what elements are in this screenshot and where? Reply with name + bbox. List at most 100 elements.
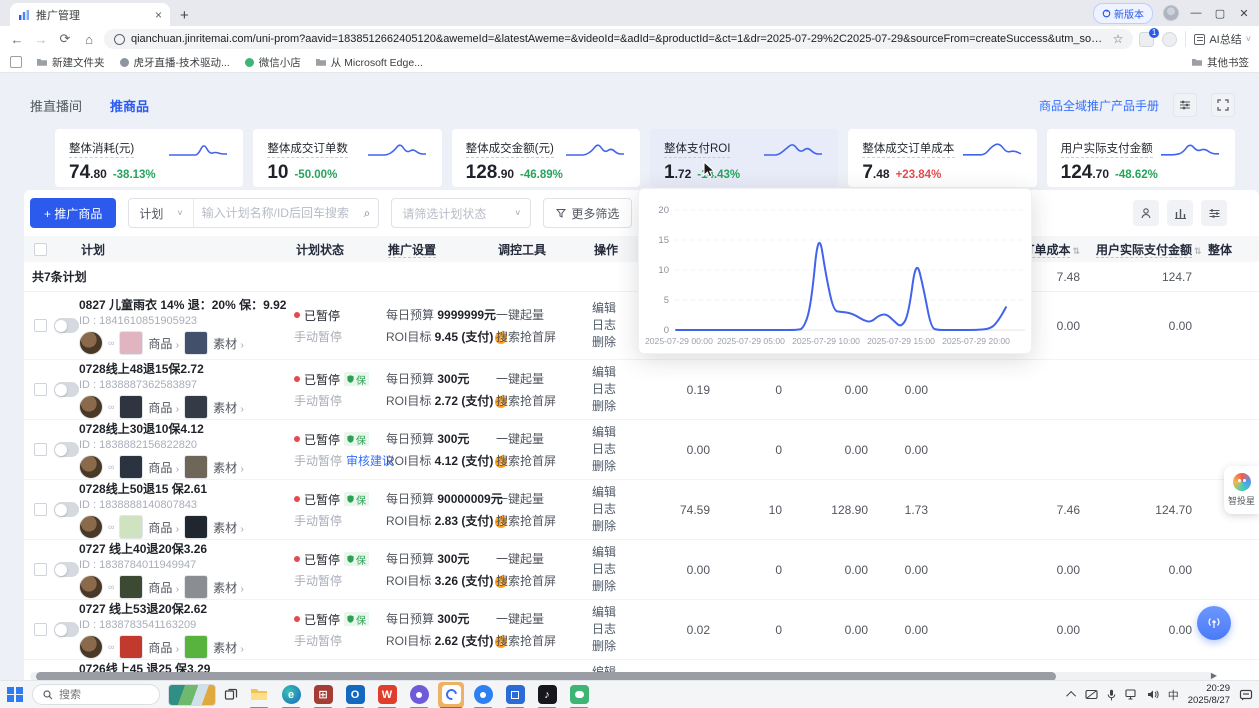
sort-icon[interactable]: ⇅ — [1194, 246, 1202, 256]
plan-title[interactable]: 0728线上50退15 保2.61 — [79, 480, 294, 497]
row-toggle-switch[interactable] — [54, 318, 79, 333]
forward-button[interactable]: → — [32, 32, 50, 47]
scrollbar-thumb[interactable] — [36, 672, 1056, 680]
column-header[interactable]: 用户实际支付金额⇅ — [1094, 241, 1206, 258]
stat-card[interactable]: 整体成交金额(元)128.90-46.89% — [452, 129, 640, 187]
product-thumbnail[interactable] — [119, 395, 143, 419]
touchpad-icon[interactable] — [1085, 689, 1098, 700]
log-link[interactable]: 日志 — [592, 317, 642, 334]
edit-link[interactable]: 编辑 — [592, 544, 642, 561]
help-button[interactable] — [1197, 606, 1231, 640]
widgets-weather-thumbnail[interactable] — [168, 684, 216, 706]
search-top-screen[interactable]: 搜索抢首屏 — [496, 572, 592, 589]
new-tab-button[interactable]: + — [180, 6, 189, 26]
bookmark-item[interactable]: 虎牙直播-技术驱动... — [119, 55, 230, 70]
browser-tab[interactable]: 推广管理 × — [10, 3, 170, 26]
row-toggle-switch[interactable] — [54, 622, 79, 637]
one-key-boost[interactable]: 一键起量 — [496, 430, 592, 447]
material-thumbnail[interactable] — [184, 331, 208, 355]
log-link[interactable]: 日志 — [592, 501, 642, 518]
other-bookmarks-button[interactable]: 其他书签 — [1191, 55, 1249, 70]
row-checkbox[interactable] — [34, 443, 47, 456]
volume-icon[interactable] — [1147, 689, 1159, 700]
product-manual-link[interactable]: 商品全域推广产品手册 — [1039, 97, 1159, 114]
material-thumbnail[interactable] — [184, 575, 208, 599]
window-maximize-button[interactable]: ▢ — [1213, 7, 1227, 20]
sort-icon[interactable]: ⇅ — [1072, 246, 1080, 256]
taskbar-clock[interactable]: 20:29 2025/8/27 — [1188, 683, 1230, 707]
row-toggle-switch[interactable] — [54, 442, 79, 457]
material-link[interactable]: 素材 › — [213, 519, 244, 536]
delete-link[interactable]: 删除 — [592, 518, 642, 535]
product-link[interactable]: 商品 › — [148, 459, 179, 476]
plan-type-select[interactable]: 计划˅ — [129, 199, 193, 227]
search-top-screen[interactable]: 搜索抢首屏 — [496, 392, 592, 409]
plan-title[interactable]: 0727 线上40退20保3.26 — [79, 540, 294, 557]
version-badge[interactable]: 新版本 — [1093, 3, 1153, 24]
stat-card[interactable]: 整体消耗(元)74.80-38.13% — [55, 129, 243, 187]
material-thumbnail[interactable] — [184, 395, 208, 419]
log-link[interactable]: 日志 — [592, 561, 642, 578]
task-view-button[interactable] — [224, 688, 238, 702]
material-link[interactable]: 素材 › — [213, 459, 244, 476]
taskbar-app-wps-office[interactable]: W — [374, 682, 400, 708]
taskbar-app-app-blue-dot[interactable] — [470, 682, 496, 708]
layout-settings-button[interactable] — [1173, 93, 1197, 117]
bookmark-item[interactable]: 新建文件夹 — [36, 55, 105, 70]
plan-search-input[interactable] — [194, 206, 364, 220]
tab-product[interactable]: 推商品 — [110, 96, 149, 115]
row-toggle-switch[interactable] — [54, 502, 79, 517]
taskbar-search-input[interactable] — [59, 689, 139, 701]
product-thumbnail[interactable] — [119, 331, 143, 355]
one-key-boost[interactable]: 一键起量 — [496, 610, 592, 627]
edit-link[interactable]: 编辑 — [592, 484, 642, 501]
delete-link[interactable]: 删除 — [592, 578, 642, 595]
horizontal-scrollbar[interactable]: ▶ — [30, 672, 1215, 680]
stat-card[interactable]: 整体成交订单数10-50.00% — [253, 129, 441, 187]
browser-profile-avatar[interactable] — [1163, 5, 1179, 21]
product-link[interactable]: 商品 › — [148, 399, 179, 416]
search-icon[interactable]: ⌕ — [364, 206, 379, 221]
edit-link[interactable]: 编辑 — [592, 604, 642, 621]
row-checkbox[interactable] — [34, 563, 47, 576]
material-thumbnail[interactable] — [184, 635, 208, 659]
network-icon[interactable] — [1125, 689, 1138, 700]
tab-live-room[interactable]: 推直播间 — [30, 96, 82, 115]
bookmark-item[interactable]: 微信小店 — [244, 55, 301, 70]
delete-link[interactable]: 删除 — [592, 334, 642, 351]
stat-card[interactable]: 整体支付ROI1.72-14.43% — [650, 129, 838, 187]
more-filters-button[interactable]: 更多筛选 — [543, 198, 632, 228]
delete-link[interactable]: 删除 — [592, 638, 642, 655]
taskbar-app-file-explorer[interactable] — [246, 682, 272, 708]
plan-title[interactable]: 0728线上48退15保2.72 — [79, 360, 294, 377]
row-checkbox[interactable] — [34, 623, 47, 636]
row-checkbox[interactable] — [34, 319, 47, 332]
row-checkbox[interactable] — [34, 503, 47, 516]
start-button[interactable] — [6, 686, 24, 704]
bookmark-star-icon[interactable]: ☆ — [1113, 32, 1124, 46]
edit-link[interactable]: 编辑 — [592, 364, 642, 381]
back-button[interactable]: ← — [8, 32, 26, 47]
bookmark-item[interactable]: 从 Microsoft Edge... — [315, 55, 423, 70]
taskbar-app-qianchuan[interactable] — [438, 682, 464, 708]
scroll-right-arrow-icon[interactable]: ▶ — [1211, 671, 1217, 680]
taskbar-app-app-purple[interactable] — [406, 682, 432, 708]
url-field[interactable]: qianchuan.jinritemai.com/uni-prom?aavid=… — [104, 29, 1133, 49]
ime-indicator[interactable]: 中 — [1168, 687, 1179, 703]
window-minimize-button[interactable]: — — [1189, 7, 1203, 19]
audience-button[interactable] — [1133, 200, 1159, 226]
tray-chevron-up-icon[interactable] — [1066, 691, 1076, 701]
tab-close-icon[interactable]: × — [155, 8, 162, 22]
material-link[interactable]: 素材 › — [213, 335, 244, 352]
taskbar-app-microsoft-store[interactable]: ⊞ — [310, 682, 336, 708]
product-link[interactable]: 商品 › — [148, 519, 179, 536]
log-link[interactable]: 日志 — [592, 381, 642, 398]
assistant-widget[interactable]: 智投星 — [1224, 466, 1259, 514]
stat-card[interactable]: 整体成交订单成本(元)7.48+23.84% — [848, 129, 1036, 187]
material-link[interactable]: 素材 › — [213, 639, 244, 656]
notification-icon[interactable] — [1239, 689, 1253, 701]
stat-card[interactable]: 用户实际支付金额(元)124.70-48.62% — [1047, 129, 1235, 187]
chart-columns-button[interactable] — [1167, 200, 1193, 226]
plan-status-select[interactable]: 请筛选计划状态˅ — [391, 198, 531, 228]
site-settings-icon[interactable] — [114, 34, 125, 45]
